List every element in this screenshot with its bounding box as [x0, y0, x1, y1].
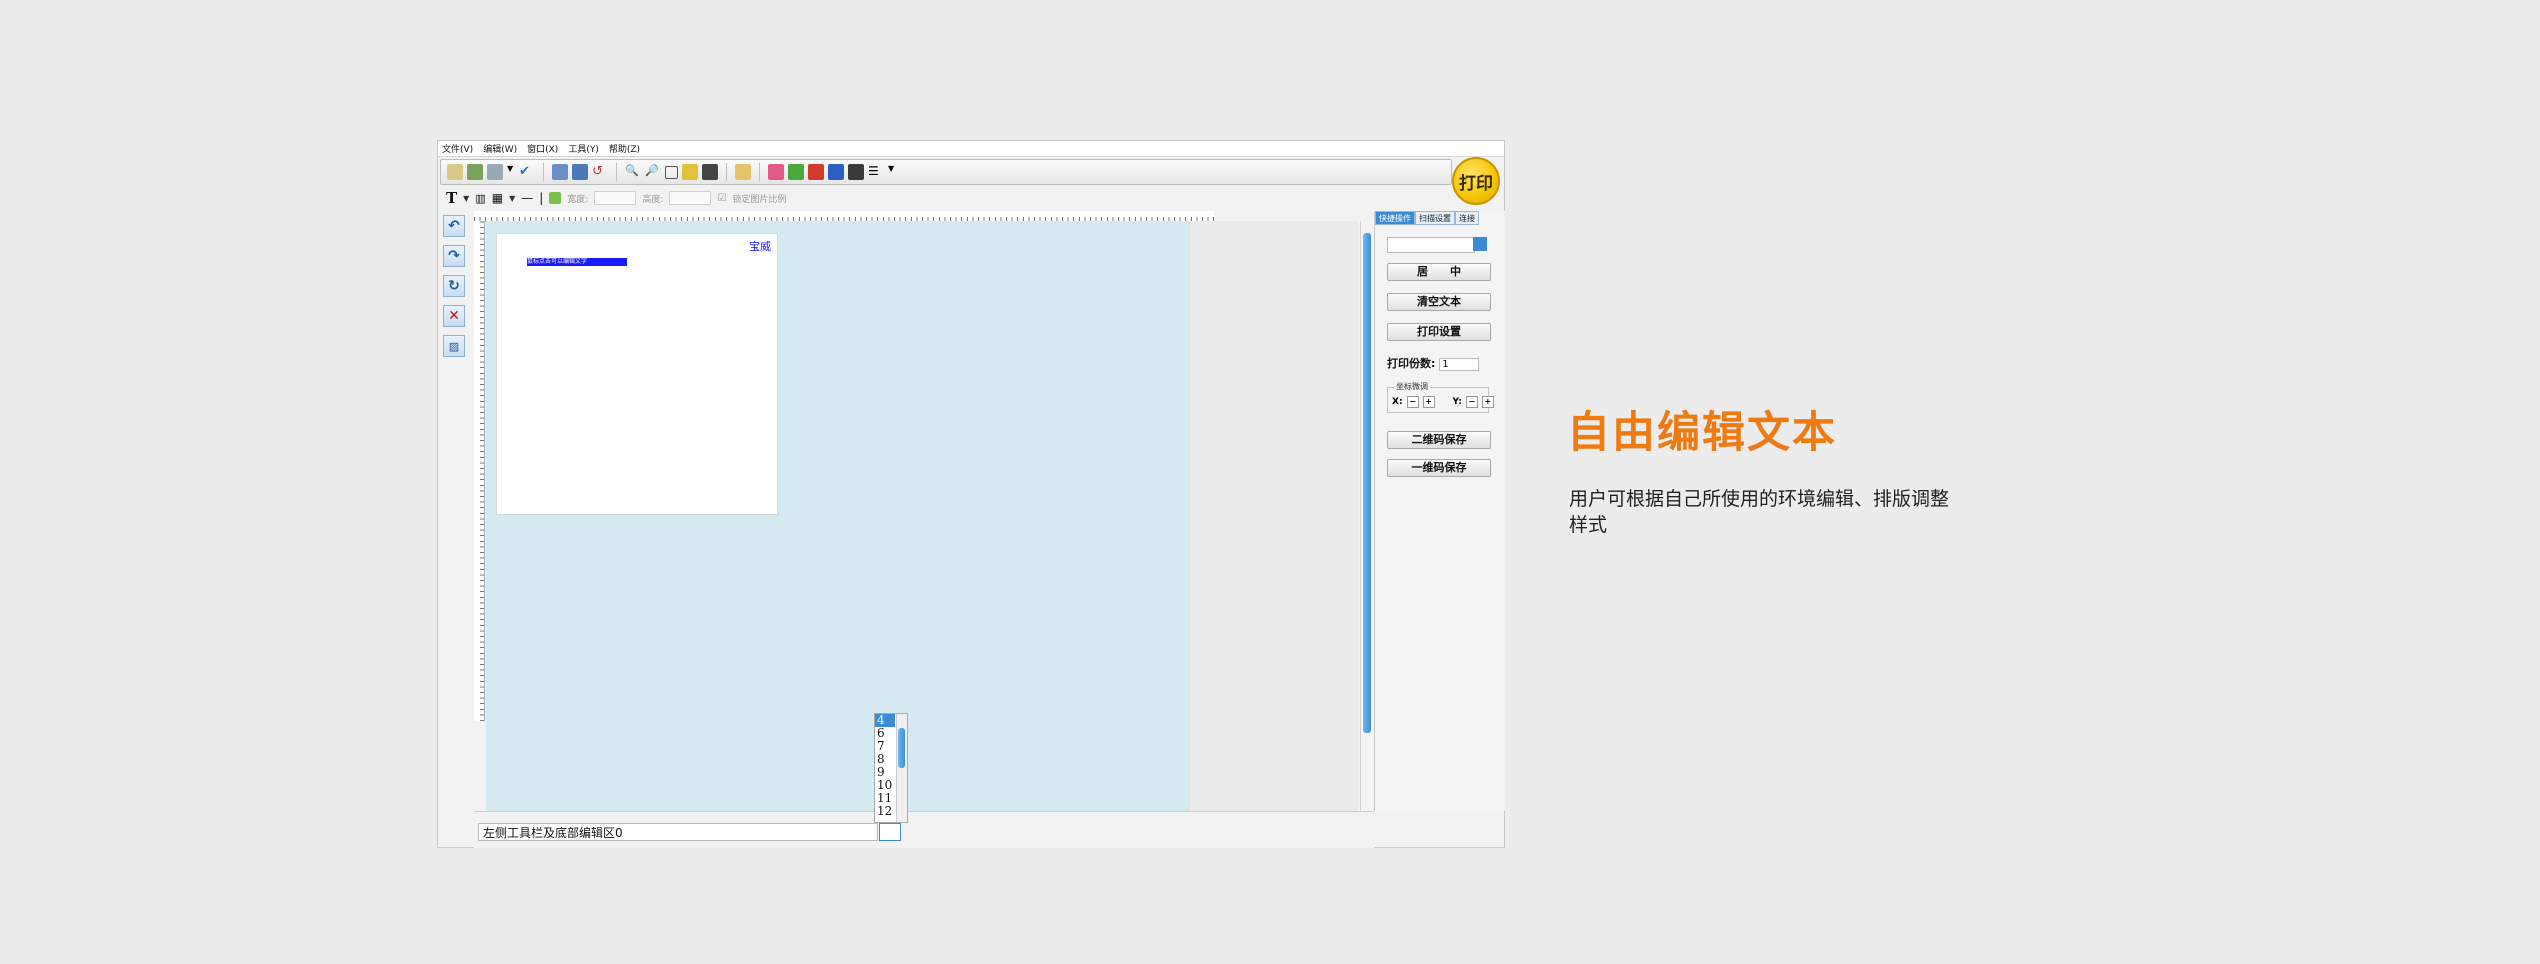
y-plus-button[interactable]: +	[1481, 396, 1494, 408]
dropdown-arrow-icon[interactable]: ▼	[888, 164, 896, 180]
width-input[interactable]	[594, 191, 637, 205]
pencil-icon[interactable]	[682, 164, 698, 180]
text-tool-icon[interactable]: T	[446, 189, 457, 207]
zoom-out-icon[interactable]: 🔎	[645, 164, 661, 180]
dropdown-arrow-icon[interactable]: ▼	[509, 194, 515, 203]
coordinate-fine-tune: 坐标微调 X: − + Y: − +	[1387, 381, 1494, 413]
toolbar-separator	[726, 163, 727, 181]
font-size-scrollbar[interactable]	[896, 714, 907, 822]
scrollbar-thumb[interactable]	[898, 728, 905, 768]
label-paper[interactable]: 宝威 鼠标点击可以编辑文字	[496, 233, 778, 515]
x-plus-button[interactable]: +	[1422, 396, 1435, 408]
insert-image-icon[interactable]	[549, 192, 562, 204]
tab-scan-settings[interactable]: 扫描设置	[1415, 211, 1455, 225]
left-toolbar: ↶ ↷ ↻ ✕ ▨	[440, 211, 468, 851]
panel-tabs: 快捷操作 扫描设置 连接	[1375, 211, 1505, 225]
menu-window[interactable]: 窗口(X)	[527, 142, 558, 155]
barcode-save-button[interactable]: 一维码保存	[1387, 459, 1491, 477]
format-toolbar: T ▼ ▥ ▦ ▼ — | 宽度: 高度: ☑ 锁定图片比例	[440, 187, 1452, 209]
font-size-select[interactable]	[879, 823, 901, 841]
fine-tune-title: 坐标微调	[1394, 381, 1430, 392]
camera-icon[interactable]	[702, 164, 718, 180]
dropdown-arrow-icon[interactable]: ▼	[507, 164, 515, 180]
panel-select-input[interactable]	[1387, 237, 1475, 253]
font-size-list[interactable]: 4 6 7 8 9 10 11 12	[874, 713, 908, 823]
lock-ratio-checkbox[interactable]: ☑	[717, 193, 726, 204]
copy-icon[interactable]	[552, 164, 568, 180]
undo-icon[interactable]: ↶	[443, 215, 465, 237]
clear-text-button[interactable]: 清空文本	[1387, 293, 1491, 311]
print-button[interactable]: 打印	[1452, 157, 1500, 205]
y-minus-button[interactable]: −	[1465, 396, 1478, 408]
fine-tune-controls: X: − + Y: − +	[1392, 396, 1494, 408]
x-minus-button[interactable]: −	[1406, 396, 1419, 408]
menu-file[interactable]: 文件(V)	[442, 142, 473, 155]
pen-blue-icon[interactable]	[828, 164, 844, 180]
center-button[interactable]: 居 中	[1387, 263, 1491, 281]
menu-edit[interactable]: 编辑(W)	[483, 142, 517, 155]
menu-help[interactable]: 帮助(Z)	[609, 142, 640, 155]
vertical-ruler	[474, 221, 485, 721]
height-input[interactable]	[669, 191, 712, 205]
vertical-scrollbar[interactable]	[1360, 221, 1373, 811]
check-icon[interactable]: ✔	[519, 164, 535, 180]
canvas-outside-area	[1190, 221, 1358, 811]
copies-row: 打印份数: 1	[1387, 355, 1480, 371]
height-label: 高度:	[642, 194, 664, 205]
line-style-icon[interactable]: ☰	[868, 164, 884, 180]
refresh-icon[interactable]: ↻	[443, 275, 465, 297]
dropdown-arrow-icon[interactable]: ▼	[463, 194, 469, 203]
pen-red-icon[interactable]	[808, 164, 824, 180]
copies-input[interactable]: 1	[1439, 357, 1480, 371]
fit-page-icon[interactable]	[665, 165, 678, 179]
x-label: X:	[1392, 397, 1403, 407]
qr-save-button[interactable]: 二维码保存	[1387, 431, 1491, 449]
bottom-text-input[interactable]: 左侧工具栏及底部编辑区0	[478, 823, 878, 841]
pen-green-icon[interactable]	[788, 164, 804, 180]
y-label: Y:	[1452, 397, 1462, 407]
print-settings-button[interactable]: 打印设置	[1387, 323, 1491, 341]
label-corner-text[interactable]: 宝威	[749, 238, 771, 254]
vertical-line-icon[interactable]: |	[539, 191, 543, 205]
horizontal-line-icon[interactable]: —	[521, 191, 533, 205]
main-toolbar: ▼ ✔ ↺ 🔍 🔎 ☰ ▼	[440, 159, 1452, 185]
width-label: 宽度:	[567, 194, 589, 205]
pen-dark-icon[interactable]	[848, 164, 864, 180]
open-file-icon[interactable]	[467, 164, 483, 180]
redo-icon[interactable]: ↷	[443, 245, 465, 267]
label-editor-window: 文件(V) 编辑(W) 窗口(X) 工具(Y) 帮助(Z) ▼ ✔ ↺ 🔍 🔎 …	[437, 140, 1505, 848]
menu-tools[interactable]: 工具(Y)	[568, 142, 599, 155]
toolbar-separator	[759, 163, 760, 181]
toolbar-separator	[543, 163, 544, 181]
promo-description: 用户可根据自己所使用的环境编辑、排版调整样式	[1569, 488, 1950, 536]
panel-select-dropdown[interactable]	[1473, 237, 1487, 251]
copies-label: 打印份数:	[1387, 357, 1436, 370]
tab-connect[interactable]: 连接	[1455, 211, 1479, 225]
paste-icon[interactable]	[572, 164, 588, 180]
promo-title: 自由编辑文本	[1567, 408, 1837, 458]
quick-ops-panel: 快捷操作 扫描设置 连接 居 中 清空文本 打印设置 打印份数: 1 坐标微调 …	[1374, 211, 1505, 811]
tab-quick-ops[interactable]: 快捷操作	[1375, 211, 1415, 225]
undo-icon[interactable]: ↺	[592, 164, 608, 180]
toolbar-separator	[616, 163, 617, 181]
menu-bar: 文件(V) 编辑(W) 窗口(X) 工具(Y) 帮助(Z)	[438, 141, 1504, 157]
scrollbar-thumb[interactable]	[1363, 233, 1371, 733]
label-text-object[interactable]: 鼠标点击可以编辑文字	[527, 258, 627, 266]
delete-icon[interactable]: ✕	[443, 305, 465, 327]
folder-icon[interactable]	[735, 164, 751, 180]
print-icon[interactable]	[487, 164, 503, 180]
zoom-in-icon[interactable]: 🔍	[625, 164, 641, 180]
lock-ratio-label: 锁定图片比例	[732, 194, 787, 205]
image-icon[interactable]: ▨	[443, 335, 465, 357]
new-file-icon[interactable]	[447, 164, 463, 180]
qrcode-icon[interactable]: ▦	[492, 191, 503, 205]
barcode-icon[interactable]: ▥	[475, 192, 485, 205]
eraser-icon[interactable]	[768, 164, 784, 180]
